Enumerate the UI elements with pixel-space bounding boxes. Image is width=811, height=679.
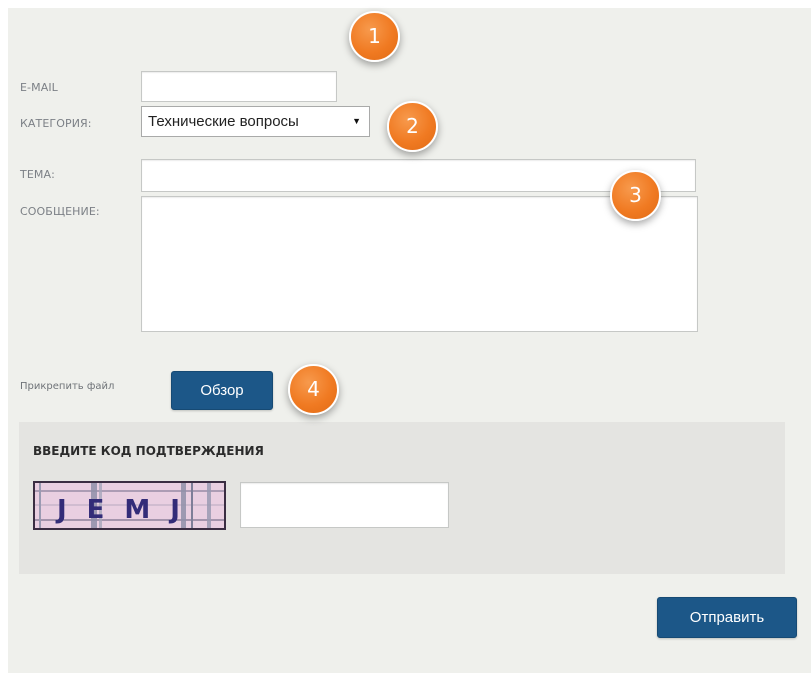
category-label: КАТЕГОРИЯ: [20,117,92,130]
subject-label: ТЕМА: [20,168,55,181]
submit-button[interactable]: Отправить [657,597,797,638]
captcha-image: JEMJ [33,481,226,530]
email-label: E-MAIL [20,81,58,94]
captcha-code-field[interactable] [240,482,449,528]
callout-badge-2: 2 [387,101,438,152]
callout-badge-3: 3 [610,170,661,221]
message-label: СООБЩЕНИЕ: [20,205,100,218]
email-field[interactable] [141,71,337,102]
callout-badge-1: 1 [349,11,400,62]
message-textarea[interactable] [141,196,698,332]
browse-button[interactable]: Обзор [171,371,273,410]
attach-file-label: Прикрепить файл [20,381,115,392]
captcha-title: ВВЕДИТЕ КОД ПОДТВЕРЖДЕНИЯ [33,444,264,458]
category-select[interactable]: Технические вопросы ▼ [141,106,370,137]
caret-down-icon: ▼ [352,116,361,126]
captcha-image-text: JEMJ [55,495,200,525]
callout-badge-4: 4 [288,364,339,415]
category-selected-value: Технические вопросы [148,113,299,130]
